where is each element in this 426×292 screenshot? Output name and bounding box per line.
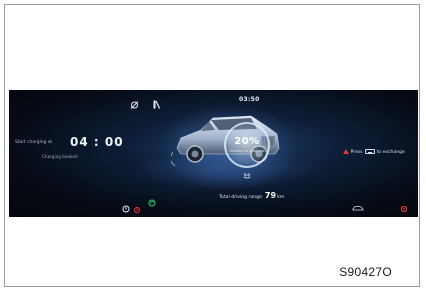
car-status-icon xyxy=(352,206,364,211)
key-icon xyxy=(364,149,375,154)
range-label: Total driving range xyxy=(219,195,262,200)
ready-indicator-icon xyxy=(130,101,139,109)
charging-status: Charging booked xyxy=(42,154,78,159)
warning-triangle-icon xyxy=(343,149,349,154)
brake-warning-icon xyxy=(134,207,140,213)
clock: 03:50 xyxy=(239,96,260,103)
eco-mode-icon xyxy=(148,199,156,207)
instrument-cluster-display: 03:50 Start charging at 04 : 00 Charging… xyxy=(9,90,418,217)
plug-icon xyxy=(244,173,250,179)
seatbelt-indicator-icon xyxy=(153,100,160,109)
range-unit: km xyxy=(277,195,285,200)
parking-brake-icon xyxy=(400,206,408,212)
battery-percent: 20% xyxy=(234,136,260,147)
charging-time: 04 : 00 xyxy=(70,135,124,149)
warning-text-after: to exchange xyxy=(376,150,405,155)
figure-caption: S90427O xyxy=(339,265,392,279)
warning-text-before: Press xyxy=(350,150,363,155)
battery-sub-label: Heating in progress xyxy=(229,149,265,153)
warning-message: Press to exchange xyxy=(343,149,405,155)
tire-pressure-icon xyxy=(122,205,130,213)
driving-range: Total driving range 79km xyxy=(219,183,284,202)
range-value: 79 xyxy=(264,191,277,200)
charging-label: Start charging at xyxy=(15,140,53,145)
